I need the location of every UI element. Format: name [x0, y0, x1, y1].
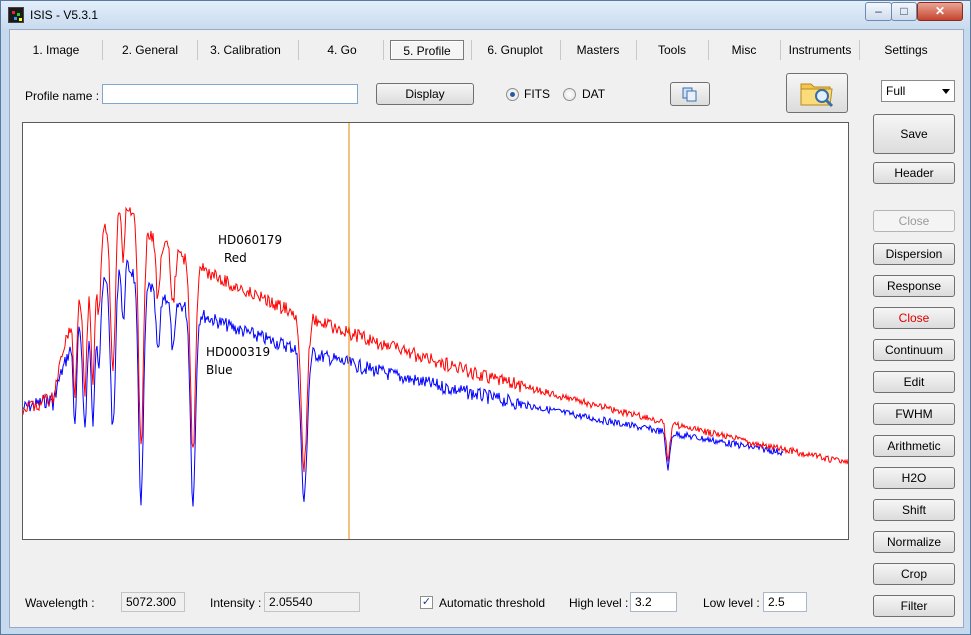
tab-separator: [636, 40, 637, 60]
display-button[interactable]: Display: [376, 83, 474, 105]
open-folder-button[interactable]: [786, 73, 848, 113]
main-panel: 1. Image 2. General 3. Calibration 4. Go…: [9, 29, 964, 628]
tab-general[interactable]: 2. General: [110, 40, 190, 60]
copy-button[interactable]: [670, 82, 710, 106]
wavelength-value: 5072.300: [121, 592, 185, 612]
tab-separator: [560, 40, 561, 60]
annotation-hd000319: HD000319: [206, 345, 271, 359]
app-window: ISIS - V5.3.1 – □ ✕ 1. Image 2. General …: [0, 0, 971, 635]
dispersion-button[interactable]: Dispersion: [873, 243, 955, 265]
annotation-red: Red: [224, 251, 247, 265]
tab-go[interactable]: 4. Go: [306, 40, 378, 60]
tab-masters[interactable]: Masters: [566, 40, 630, 60]
tab-profile[interactable]: 5. Profile: [390, 40, 464, 60]
fwhm-button[interactable]: FWHM: [873, 403, 955, 425]
intensity-label: Intensity :: [210, 596, 262, 610]
annotation-blue: Blue: [206, 363, 233, 377]
tab-image[interactable]: 1. Image: [16, 40, 96, 60]
low-level-label: Low level :: [703, 596, 760, 610]
fits-label: FITS: [524, 87, 550, 101]
folder-search-icon: [800, 83, 834, 108]
close-button[interactable]: Close: [873, 210, 955, 232]
tab-separator: [859, 40, 860, 60]
tab-calibration[interactable]: 3. Calibration: [203, 40, 288, 60]
spectrum-plot[interactable]: HD060179 Red HD000319 Blue: [22, 122, 849, 540]
tab-separator: [708, 40, 709, 60]
h2o-button[interactable]: H2O: [873, 467, 955, 489]
zoom-select[interactable]: Full: [881, 80, 955, 102]
dat-label: DAT: [582, 87, 606, 101]
normalize-button[interactable]: Normalize: [873, 531, 955, 553]
auto-threshold-label: Automatic threshold: [439, 596, 546, 610]
intensity-value: 2.05540: [264, 592, 360, 612]
shift-button[interactable]: Shift: [873, 499, 955, 521]
profile-name-label: Profile name :: [25, 89, 100, 103]
tab-separator: [780, 40, 781, 60]
high-level-input[interactable]: 3.2: [630, 592, 677, 612]
series-red-line: [23, 206, 848, 473]
header-button[interactable]: Header: [873, 162, 955, 184]
auto-threshold-checkbox[interactable]: ✓: [420, 596, 433, 609]
tab-separator: [383, 40, 384, 60]
wavelength-label: Wavelength :: [25, 596, 95, 610]
tab-separator: [102, 40, 103, 60]
high-level-label: High level :: [569, 596, 629, 610]
copy-icon: [682, 87, 697, 102]
tab-instruments[interactable]: Instruments: [786, 40, 854, 60]
dat-radio[interactable]: [563, 88, 576, 101]
zoom-select-value: Full: [886, 84, 906, 98]
tab-separator: [471, 40, 472, 60]
tab-separator: [298, 40, 299, 60]
title-bar[interactable]: ISIS - V5.3.1 – □ ✕: [1, 1, 970, 29]
fits-radio[interactable]: [506, 88, 519, 101]
minimize-button[interactable]: –: [865, 2, 892, 21]
window-title: ISIS - V5.3.1: [30, 8, 99, 22]
continuum-button[interactable]: Continuum: [873, 339, 955, 361]
close-button[interactable]: Close: [873, 307, 955, 329]
spectrum-svg[interactable]: [23, 123, 848, 539]
maximize-button[interactable]: □: [891, 2, 917, 21]
edit-button[interactable]: Edit: [873, 371, 955, 393]
profile-name-input[interactable]: [102, 84, 358, 104]
isis-app-icon: [8, 7, 24, 23]
close-window-button[interactable]: ✕: [917, 2, 963, 21]
tab-separator: [197, 40, 198, 60]
arithmetic-button[interactable]: Arithmetic: [873, 435, 955, 457]
tab-settings[interactable]: Settings: [874, 40, 938, 60]
low-level-input[interactable]: 2.5: [763, 592, 807, 612]
chevron-down-icon: [942, 89, 950, 94]
response-button[interactable]: Response: [873, 275, 955, 297]
crop-button[interactable]: Crop: [873, 563, 955, 585]
annotation-hd060179: HD060179: [218, 233, 283, 247]
filter-button[interactable]: Filter: [873, 595, 955, 617]
tab-tools[interactable]: Tools: [642, 40, 702, 60]
save-button[interactable]: Save: [873, 114, 955, 154]
tab-misc[interactable]: Misc: [714, 40, 774, 60]
tab-bar: 1. Image 2. General 3. Calibration 4. Go…: [10, 30, 963, 64]
tab-gnuplot[interactable]: 6. Gnuplot: [476, 40, 554, 60]
